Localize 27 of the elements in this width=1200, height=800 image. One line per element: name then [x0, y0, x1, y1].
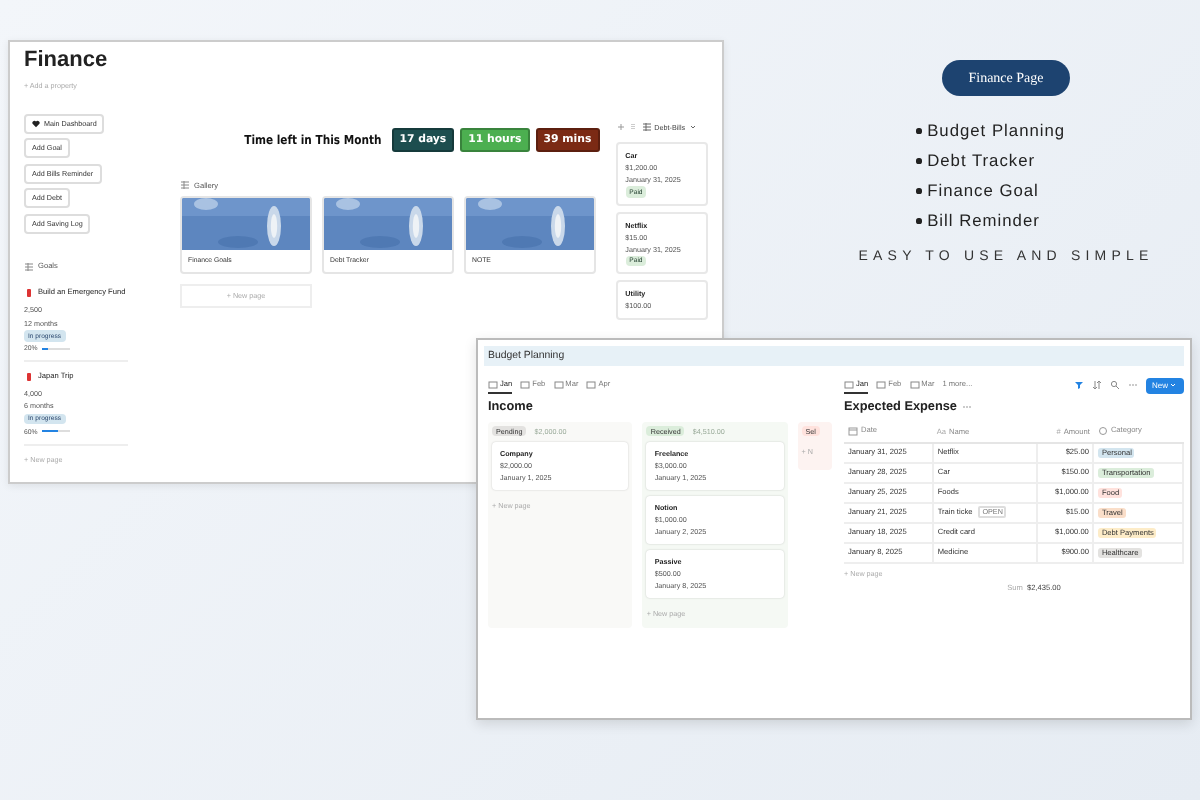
page-title: Finance [24, 46, 110, 74]
search-icon[interactable] [1109, 380, 1120, 390]
grid-icon [180, 180, 190, 190]
feature-item: Finance Goal [927, 178, 1039, 204]
table-icon [909, 379, 920, 389]
table-icon [844, 379, 854, 389]
bullet-icon [916, 188, 922, 194]
feature-item: Budget Planning [927, 118, 1066, 144]
bullet-icon [916, 128, 922, 134]
filter-icon[interactable] [1073, 380, 1084, 390]
plus-icon[interactable] [615, 122, 626, 132]
select-icon [1097, 425, 1108, 436]
feature-item: Debt Tracker [927, 148, 1036, 174]
table-icon [876, 379, 887, 389]
sort-icon[interactable] [1091, 380, 1102, 390]
grid-icon [24, 261, 34, 272]
bullet-icon [916, 218, 922, 224]
heart-icon [32, 120, 40, 128]
table-icon [586, 379, 597, 389]
table-icon [553, 379, 564, 389]
grid-icon [641, 122, 652, 132]
feature-item: Bill Reminder [927, 208, 1040, 234]
bullet-icon [916, 158, 922, 164]
table-icon [520, 379, 531, 389]
drag-handle-icon[interactable] [628, 122, 639, 132]
table-icon [488, 379, 498, 389]
calendar-icon [848, 425, 858, 436]
